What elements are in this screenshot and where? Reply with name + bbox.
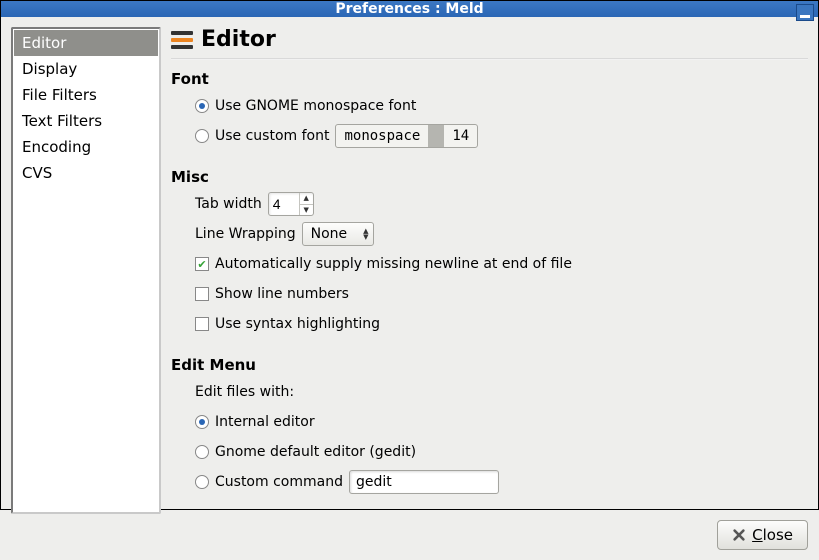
page-title: Editor [201,27,276,52]
preferences-window: Preferences : Meld Editor Display File F… [0,0,819,510]
internal-editor-label: Internal editor [215,414,315,430]
line-numbers-label: Show line numbers [215,286,349,302]
minimize-button[interactable] [796,4,814,21]
sidebar-item-text-filters[interactable]: Text Filters [14,108,158,134]
line-wrapping-combo[interactable]: None ▲▼ [302,222,374,246]
custom-command-radio[interactable] [195,475,209,489]
category-sidebar: Editor Display File Filters Text Filters… [11,27,161,514]
close-button[interactable]: Close [717,520,808,550]
custom-command-label: Custom command [215,474,343,490]
gnome-default-editor-radio[interactable] [195,445,209,459]
tab-width-down-icon[interactable]: ▼ [300,205,313,216]
sidebar-item-encoding[interactable]: Encoding [14,134,158,160]
header-divider [171,58,808,60]
internal-editor-radio[interactable] [195,415,209,429]
auto-newline-checkbox[interactable]: ✔ [195,257,209,271]
font-section-label: Font [171,70,808,88]
misc-section-label: Misc [171,168,808,186]
tab-width-up-icon[interactable]: ▲ [300,193,313,205]
custom-font-field[interactable]: monospace 14 [335,124,478,148]
use-custom-font-label: Use custom font [215,128,329,144]
main-panel: Editor Font Use GNOME monospace font Use… [171,27,808,514]
edit-files-with-label: Edit files with: [195,384,294,400]
sidebar-item-display[interactable]: Display [14,56,158,82]
window-title: Preferences : Meld [335,1,483,17]
sidebar-item-file-filters[interactable]: File Filters [14,82,158,108]
auto-newline-label: Automatically supply missing newline at … [215,256,572,272]
use-gnome-font-label: Use GNOME monospace font [215,98,416,114]
line-wrapping-label: Line Wrapping [195,226,296,242]
chevron-updown-icon: ▲▼ [363,228,368,240]
tab-width-label: Tab width [195,196,262,212]
titlebar: Preferences : Meld [1,1,818,17]
custom-command-input[interactable] [349,470,499,494]
gnome-default-editor-label: Gnome default editor (gedit) [215,444,416,460]
line-numbers-checkbox[interactable] [195,287,209,301]
syntax-highlight-label: Use syntax highlighting [215,316,380,332]
sidebar-item-editor[interactable]: Editor [14,30,158,56]
close-icon [732,528,746,542]
edit-menu-section-label: Edit Menu [171,356,808,374]
use-gnome-font-radio[interactable] [195,99,209,113]
tab-width-input[interactable] [269,193,299,215]
close-button-label: lose [763,526,793,544]
use-custom-font-radio[interactable] [195,129,209,143]
syntax-highlight-checkbox[interactable] [195,317,209,331]
editor-icon [171,31,193,49]
tab-width-stepper[interactable]: ▲▼ [268,192,314,216]
sidebar-item-cvs[interactable]: CVS [14,160,158,186]
